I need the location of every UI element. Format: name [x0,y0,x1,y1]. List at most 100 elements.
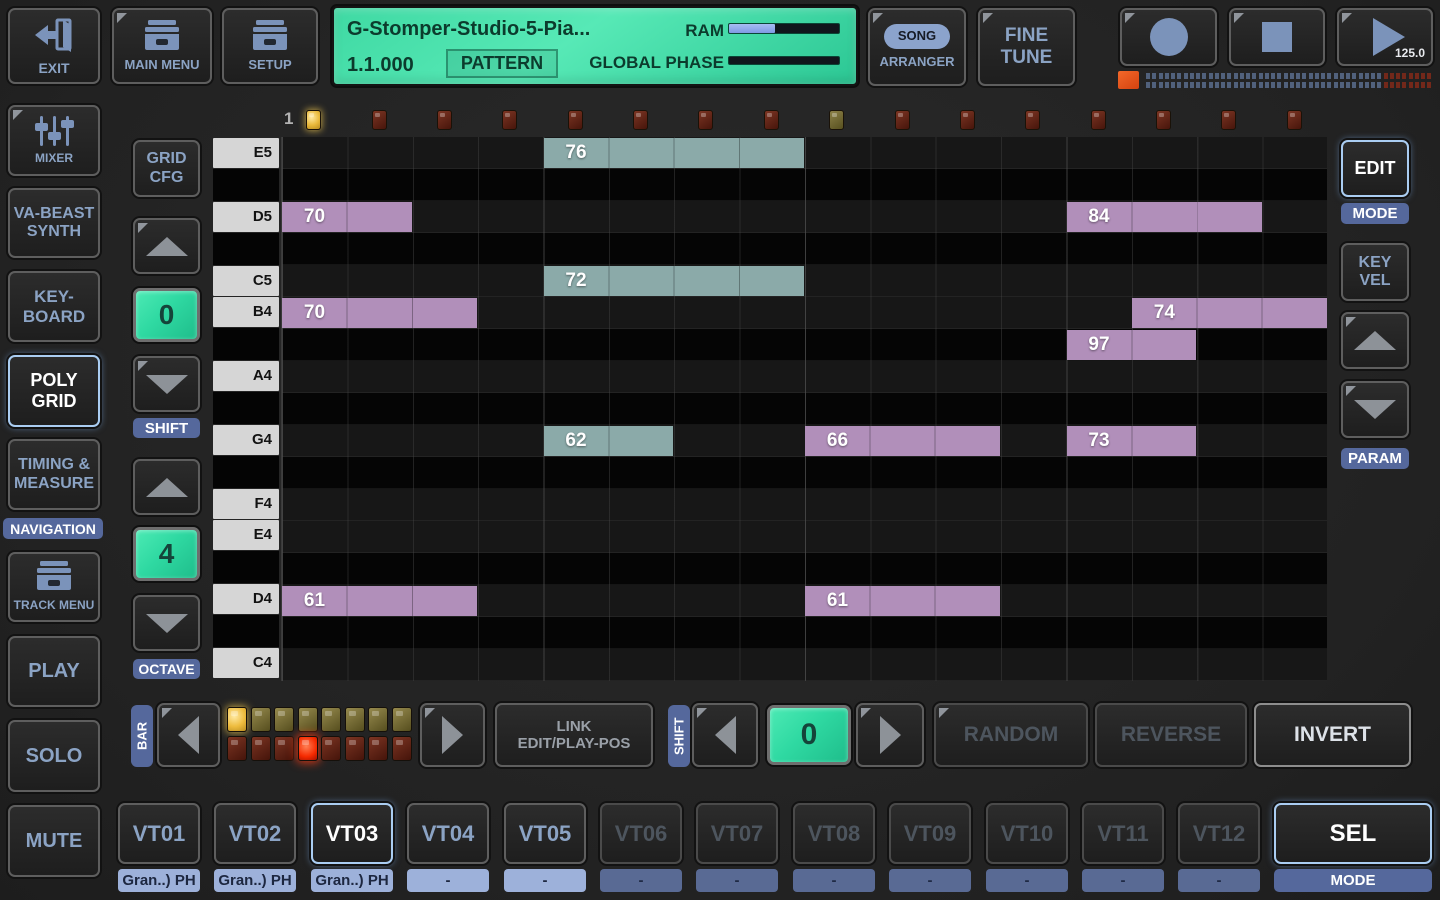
record-button[interactable] [1120,8,1217,66]
note-D4-step1[interactable]: 61 [282,586,477,616]
key-vel-button[interactable]: KEY VEL [1341,243,1409,301]
piano-key-D5[interactable]: D5 [213,202,279,232]
edit-mode-button[interactable]: EDIT [1341,140,1409,197]
note-B4-step1[interactable]: 70 [282,298,477,328]
track-button-VT02[interactable]: VT02 [214,803,296,864]
note-G4-step5[interactable]: 62 [544,426,674,456]
arranger-label: ARRANGER [879,55,954,70]
grid-row-C4[interactable] [282,649,1327,681]
mute-button[interactable]: MUTE [8,805,100,877]
octave-up-button[interactable] [133,459,200,515]
piano-key-B4[interactable]: B4 [213,297,279,327]
grid-row-E4[interactable] [282,521,1327,553]
invert-button[interactable]: INVERT [1254,703,1411,767]
fine-tune-button[interactable]: FINE TUNE [978,8,1075,86]
mixer-icon [30,115,78,152]
reverse-button[interactable]: REVERSE [1095,703,1247,767]
piano-key-E5[interactable]: E5 [213,138,279,168]
note-E5-step5[interactable]: 76 [544,138,805,168]
grid-row-D#5[interactable] [282,169,1327,201]
sidebar-item-mixer[interactable]: MIXER [8,105,100,176]
random-button[interactable]: RANDOM [934,703,1088,767]
note-grid[interactable]: 76 70 84 72 70 7497 62 66 73 61 61 [281,137,1327,681]
track-button-VT12[interactable]: VT12 [1178,803,1260,864]
track-button-VT07[interactable]: VT07 [696,803,778,864]
note-B4-step14[interactable]: 74 [1132,298,1327,328]
piano-key-G#4[interactable] [213,392,279,424]
bar-prev-button[interactable] [157,703,220,767]
piano-key-G4[interactable]: G4 [213,425,279,455]
bar-led-r1-6 [345,707,365,732]
piano-key-C4[interactable]: C4 [213,648,279,678]
bar-next-button[interactable] [420,703,485,767]
piano-key-C#4[interactable] [213,615,279,647]
shift-down-button[interactable] [133,356,200,412]
piano-key-A#4[interactable] [213,328,279,360]
sel-mode-button[interactable]: SEL [1274,803,1432,864]
solo-button[interactable]: SOLO [8,720,100,792]
grid-row-C#4[interactable] [282,617,1327,649]
piano-key-F#4[interactable] [213,456,279,488]
sidebar-item-timing-measure[interactable]: TIMING & MEASURE [8,439,100,510]
piano-key-F4[interactable]: F4 [213,489,279,519]
track-button-VT06[interactable]: VT06 [600,803,682,864]
note-A#4-step13[interactable]: 97 [1067,330,1197,360]
shift-left-button[interactable] [692,703,758,767]
grid-row-D#4[interactable] [282,553,1327,585]
note-D5-step1[interactable]: 70 [282,202,412,232]
octave-down-button[interactable] [133,595,200,651]
note-D4-step9[interactable]: 61 [805,586,1000,616]
note-G4-step13[interactable]: 73 [1067,426,1197,456]
piano-key-C5[interactable]: C5 [213,266,279,296]
grid-row-F#4[interactable] [282,457,1327,489]
grid-row-E5[interactable]: 76 [282,137,1327,169]
grid-row-D5[interactable]: 70 84 [282,201,1327,233]
sidebar-item-poly-grid[interactable]: POLY GRID [8,355,100,427]
main-menu-button[interactable]: MAIN MENU [112,8,212,84]
track-button-VT09[interactable]: VT09 [889,803,971,864]
shift-right-button[interactable] [856,703,924,767]
note-D5-step13[interactable]: 84 [1067,202,1262,232]
sidebar-item-keyboard[interactable]: KEY- BOARD [8,271,100,342]
note-G4-step9[interactable]: 66 [805,426,1000,456]
grid-row-A#4[interactable]: 97 [282,329,1327,361]
grid-row-A4[interactable] [282,361,1327,393]
track-sub-label-VT06: - [600,869,682,892]
piano-key-E4[interactable]: E4 [213,520,279,550]
setup-button[interactable]: SETUP [222,8,318,84]
track-menu-button[interactable]: TRACK MENU [8,552,100,622]
grid-row-G4[interactable]: 62 66 73 [282,425,1327,457]
param-up-button[interactable] [1341,312,1409,369]
stop-icon [1262,22,1292,52]
piano-key-D4[interactable]: D4 [213,584,279,614]
shift-up-button[interactable] [133,218,200,274]
exit-button[interactable]: EXIT [8,8,100,84]
piano-key-A4[interactable]: A4 [213,361,279,391]
grid-row-D4[interactable]: 61 61 [282,585,1327,617]
track-button-VT11[interactable]: VT11 [1082,803,1164,864]
piano-key-C#5[interactable] [213,233,279,265]
grid-row-F4[interactable] [282,489,1327,521]
track-button-VT01[interactable]: VT01 [118,803,200,864]
piano-key-D#4[interactable] [213,551,279,583]
track-button-VT10[interactable]: VT10 [986,803,1068,864]
note-C5-step5[interactable]: 72 [544,266,805,296]
grid-row-B4[interactable]: 70 74 [282,297,1327,329]
song-arranger-button[interactable]: SONG ARRANGER [868,8,966,86]
param-down-button[interactable] [1341,381,1409,438]
grid-row-C#5[interactable] [282,233,1327,265]
track-button-VT03[interactable]: VT03 [311,803,393,864]
sidebar-item-va-beast-synth[interactable]: VA-BEAST SYNTH [8,188,100,258]
play-button[interactable]: 125.0 [1337,8,1433,66]
grid-row-G#4[interactable] [282,393,1327,425]
track-button-VT08[interactable]: VT08 [793,803,875,864]
stop-button[interactable] [1229,8,1325,66]
link-edit-play-pos-button[interactable]: LINK EDIT/PLAY-POS [495,703,653,767]
play-mode-button[interactable]: PLAY [8,636,100,707]
grid-cfg-button[interactable]: GRID CFG [133,140,200,197]
track-button-VT04[interactable]: VT04 [407,803,489,864]
grid-row-C5[interactable]: 72 [282,265,1327,297]
track-button-VT05[interactable]: VT05 [504,803,586,864]
piano-key-D#5[interactable] [213,169,279,201]
transport-meter-segment [1271,73,1275,88]
